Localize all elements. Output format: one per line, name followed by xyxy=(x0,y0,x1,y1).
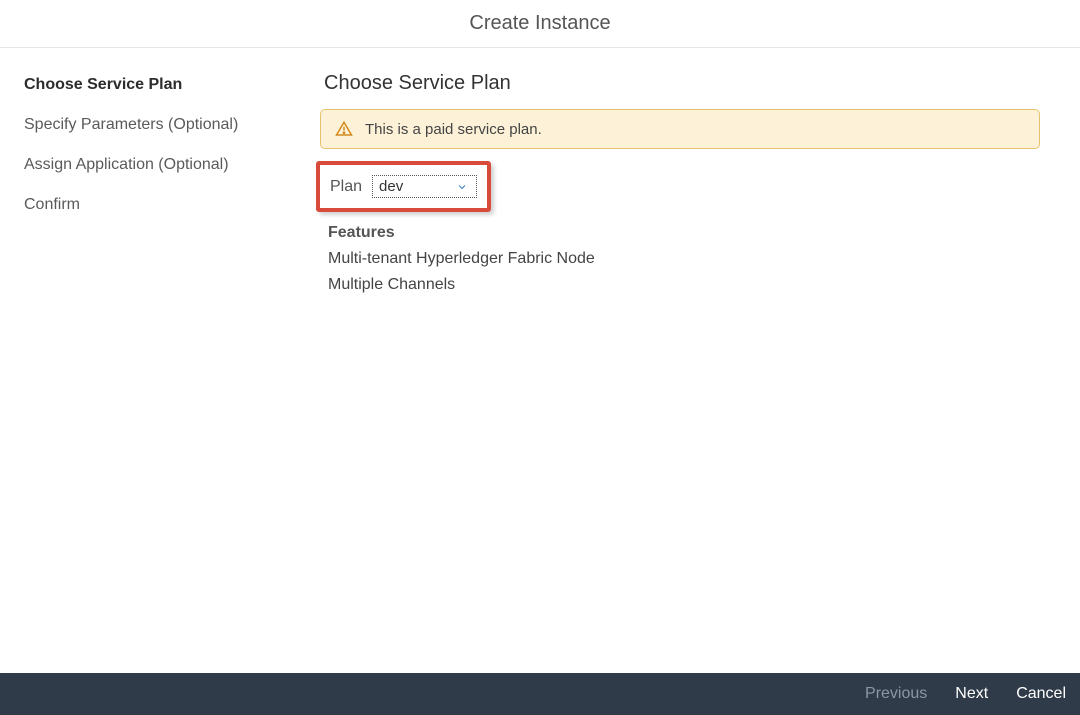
content-area: Choose Service Plan Specify Parameters (… xyxy=(0,48,1080,673)
page-title: Create Instance xyxy=(0,0,1080,48)
plan-selector-highlight: Plan dev xyxy=(316,161,491,212)
section-heading-text: Choose Service Plan xyxy=(324,72,511,94)
sidebar-item-assign-application[interactable]: Assign Application (Optional) xyxy=(24,156,296,174)
wizard-sidebar: Choose Service Plan Specify Parameters (… xyxy=(0,48,320,673)
sidebar-item-label: Confirm xyxy=(24,196,80,213)
alert-text: This is a paid service plan. xyxy=(365,121,542,138)
header-title-text: Create Instance xyxy=(469,12,610,34)
feature-item: Multiple Channels xyxy=(328,272,1040,298)
sidebar-item-choose-plan[interactable]: Choose Service Plan xyxy=(24,76,296,94)
features-block: Features Multi-tenant Hyperledger Fabric… xyxy=(320,224,1040,297)
plan-label: Plan xyxy=(330,178,362,196)
chevron-down-icon xyxy=(456,181,468,193)
cancel-button[interactable]: Cancel xyxy=(1016,685,1066,703)
sidebar-item-label: Assign Application (Optional) xyxy=(24,156,229,173)
sidebar-item-label: Specify Parameters (Optional) xyxy=(24,116,238,133)
section-heading: Choose Service Plan xyxy=(320,72,1040,95)
plan-select-value: dev xyxy=(379,178,403,195)
paid-plan-alert: This is a paid service plan. xyxy=(320,109,1040,149)
sidebar-item-label: Choose Service Plan xyxy=(24,76,182,93)
sidebar-item-confirm[interactable]: Confirm xyxy=(24,196,296,214)
previous-button: Previous xyxy=(865,685,927,703)
feature-item: Multi-tenant Hyperledger Fabric Node xyxy=(328,246,1040,272)
warning-icon xyxy=(335,120,353,138)
footer-bar: Previous Next Cancel xyxy=(0,673,1080,715)
features-heading: Features xyxy=(328,224,1040,242)
plan-select[interactable]: dev xyxy=(372,175,477,198)
sidebar-item-specify-parameters[interactable]: Specify Parameters (Optional) xyxy=(24,116,296,134)
next-button[interactable]: Next xyxy=(955,685,988,703)
main-panel: Choose Service Plan This is a paid servi… xyxy=(320,48,1080,673)
